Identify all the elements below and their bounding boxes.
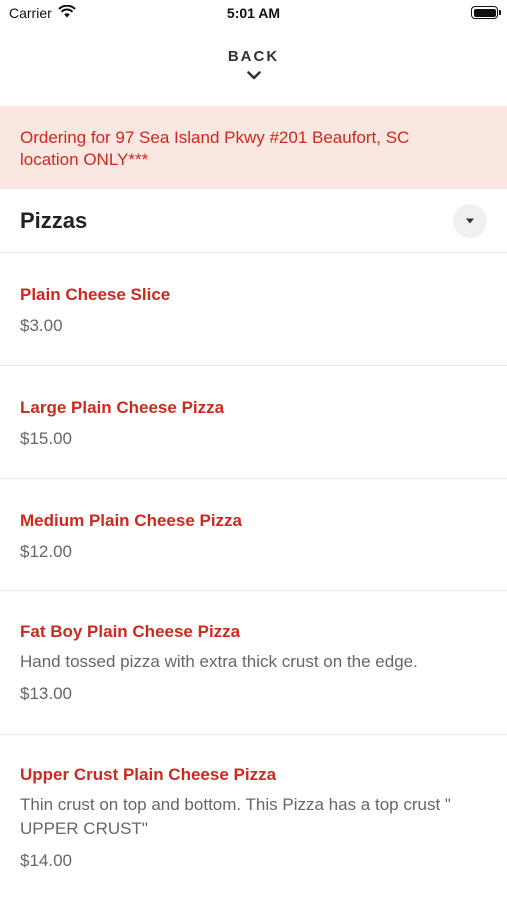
item-price: $14.00 (20, 851, 72, 870)
menu-item[interactable]: Upper Crust Plain Cheese Pizza Thin crus… (0, 735, 507, 900)
location-notice: Ordering for 97 Sea Island Pkwy #201 Bea… (0, 106, 507, 189)
menu-item[interactable]: Large Plain Cheese Pizza $15.00 (0, 366, 507, 479)
status-bar: Carrier 5:01 AM (0, 0, 507, 28)
category-toggle-button[interactable] (453, 203, 487, 238)
menu-item[interactable]: Plain Cheese Slice $3.00 (0, 253, 507, 366)
item-name[interactable]: Medium Plain Cheese Pizza (20, 510, 487, 532)
item-price: $3.00 (20, 316, 63, 335)
battery-icon (471, 6, 501, 19)
chevron-down-icon[interactable] (246, 67, 261, 85)
category-header[interactable]: Pizzas (0, 189, 507, 253)
item-name[interactable]: Large Plain Cheese Pizza (20, 397, 487, 419)
item-price: $13.00 (20, 684, 72, 703)
item-name[interactable]: Fat Boy Plain Cheese Pizza (20, 621, 487, 643)
menu-item[interactable]: Fat Boy Plain Cheese Pizza Hand tossed p… (0, 591, 507, 735)
item-price: $15.00 (20, 429, 72, 448)
item-price: $12.00 (20, 542, 72, 561)
back-label[interactable]: BACK (228, 48, 279, 65)
back-button[interactable]: BACK (0, 28, 507, 106)
item-description: Thin crust on top and bottom. This Pizza… (20, 795, 451, 838)
item-description: Hand tossed pizza with extra thick crust… (20, 652, 418, 671)
category-title: Pizzas (20, 207, 88, 233)
status-time: 5:01 AM (226, 5, 281, 21)
caret-down-icon (466, 218, 474, 223)
item-name[interactable]: Upper Crust Plain Cheese Pizza (20, 764, 487, 786)
notice-text: Ordering for 97 Sea Island Pkwy #201 Bea… (20, 128, 410, 169)
menu-item[interactable]: Medium Plain Cheese Pizza $12.00 (0, 479, 507, 591)
item-name[interactable]: Plain Cheese Slice (20, 284, 487, 306)
